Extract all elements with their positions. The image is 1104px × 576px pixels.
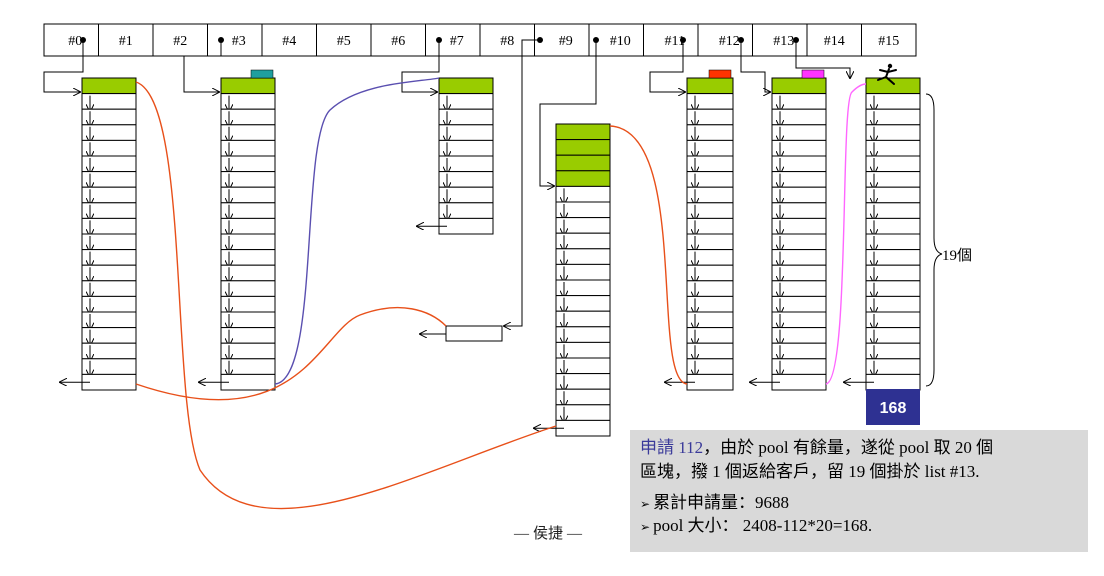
free-block [555,419,611,437]
index-label: #5 [337,34,351,49]
allocated-block [555,123,611,141]
index-label: #7 [450,34,464,49]
free-block [686,108,734,126]
allocated-block [771,77,827,95]
free-block [438,217,494,235]
free-block [865,373,921,391]
free-block [686,171,734,188]
allocated-block [81,77,137,95]
allocated-block [555,139,611,156]
free-block [686,155,734,173]
note-bullet-pool: pool 大小： 2408-112*20=168. [640,515,1078,538]
list-head-pointer [504,39,540,326]
index-label: #2 [173,34,187,49]
allocated-block [220,77,276,95]
index-label: #0 [68,34,82,49]
free-block [686,186,734,204]
allocated-block [555,170,611,187]
link-curve [825,83,867,385]
free-block [686,202,734,219]
free-block [686,280,734,297]
free-block [220,373,276,391]
index-label: #8 [500,34,514,49]
free-block [686,264,734,282]
index-label: #1 [119,34,133,49]
index-label: #15 [878,34,899,49]
free-block [686,342,734,360]
count-brace [925,93,943,387]
index-label: #14 [824,34,845,49]
free-block [81,373,137,391]
index-label: #12 [719,34,740,49]
client-marker [250,69,274,79]
client-marker [801,69,825,79]
allocated-block [555,154,611,172]
link-curve [609,125,688,385]
index-label: #3 [232,34,246,49]
free-block [686,327,734,344]
free-block [686,217,734,235]
index-label: #9 [559,34,573,49]
free-block [686,124,734,141]
free-block [686,93,734,110]
index-label: #10 [610,34,631,49]
author-footer: 侯捷 [510,522,586,543]
request-size: 申請 112 [640,438,704,457]
free-block [771,373,827,391]
note-line1: ，由於 pool 有餘量，遂從 pool 取 20 個 [703,438,994,457]
free-list-index-row: #0 #1 #2 #3 #4 #5 #6 #7 #8 #9 #10 #11 #12 #13 #14 #15 [43,23,917,57]
index-label: #13 [773,34,794,49]
allocated-block [865,77,921,95]
lone-block [445,325,503,342]
free-block [686,233,734,251]
note-line2: 區塊，撥 1 個返給客戶，留 19 個掛於 list #13. [640,462,980,481]
note-bullet-total: 累計申請量：9688 [640,492,1078,515]
free-block [686,311,734,329]
free-block [686,249,734,266]
index-label: #6 [391,34,405,49]
allocated-block [686,77,734,95]
explanation-note: 申請 112，由於 pool 有餘量，遂從 pool 取 20 個 區塊，撥 1… [630,430,1088,552]
free-block [686,295,734,313]
client-marker [708,69,732,79]
free-block [686,358,734,375]
pool-remaining-value: 168 [880,400,907,417]
free-block [686,139,734,157]
allocated-block [438,77,494,95]
count-label: 19個 [942,247,972,264]
index-label: #4 [282,34,296,49]
memory-blocks [60,69,921,437]
link-curve [274,77,440,385]
